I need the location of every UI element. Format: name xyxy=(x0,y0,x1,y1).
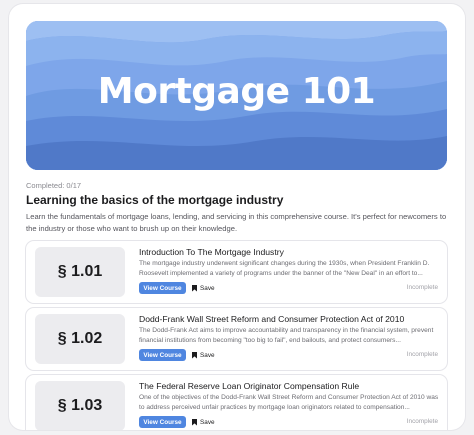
lesson-card: § 1.02 Dodd-Frank Wall Street Reform and… xyxy=(26,308,447,370)
save-label: Save xyxy=(200,284,215,292)
view-course-button[interactable]: View Course xyxy=(139,282,186,294)
lesson-description: The Dodd-Frank Act aims to improve accou… xyxy=(139,327,434,344)
lesson-number: § 1.02 xyxy=(35,314,125,364)
completion-status: Completed: 0/17 xyxy=(26,181,82,190)
lesson-card: § 1.01 Introduction To The Mortgage Indu… xyxy=(26,241,447,303)
lesson-title[interactable]: The Federal Reserve Loan Originator Comp… xyxy=(139,381,359,391)
lesson-number: § 1.01 xyxy=(35,247,125,297)
lesson-title[interactable]: Dodd-Frank Wall Street Reform and Consum… xyxy=(139,314,404,324)
lesson-description: One of the objectives of the Dodd-Frank … xyxy=(139,394,439,411)
status-label: Incomplete xyxy=(406,418,438,425)
status-label: Incomplete xyxy=(406,351,438,358)
hero-title: Mortgage 101 xyxy=(97,71,376,112)
bookmark-icon xyxy=(192,418,197,426)
view-course-button[interactable]: View Course xyxy=(139,416,186,428)
view-course-button[interactable]: View Course xyxy=(139,349,186,361)
course-description: Learn the fundamentals of mortgage loans… xyxy=(26,212,447,233)
status-label: Incomplete xyxy=(406,284,438,291)
bookmark-icon xyxy=(192,284,197,292)
save-button[interactable]: Save xyxy=(192,282,215,294)
save-label: Save xyxy=(200,351,215,359)
course-card: Mortgage 101 Completed: 0/17 Learning th… xyxy=(9,4,465,430)
save-label: Save xyxy=(200,418,215,426)
lesson-title[interactable]: Introduction To The Mortgage Industry xyxy=(139,247,284,257)
hero-banner: Mortgage 101 xyxy=(26,21,447,170)
save-button[interactable]: Save xyxy=(192,416,215,428)
lesson-description: The mortgage industry underwent signific… xyxy=(139,260,430,277)
lesson-number: § 1.03 xyxy=(35,381,125,430)
course-title: Learning the basics of the mortgage indu… xyxy=(26,193,284,207)
save-button[interactable]: Save xyxy=(192,349,215,361)
lesson-card: § 1.03 The Federal Reserve Loan Originat… xyxy=(26,375,447,430)
bookmark-icon xyxy=(192,351,197,359)
